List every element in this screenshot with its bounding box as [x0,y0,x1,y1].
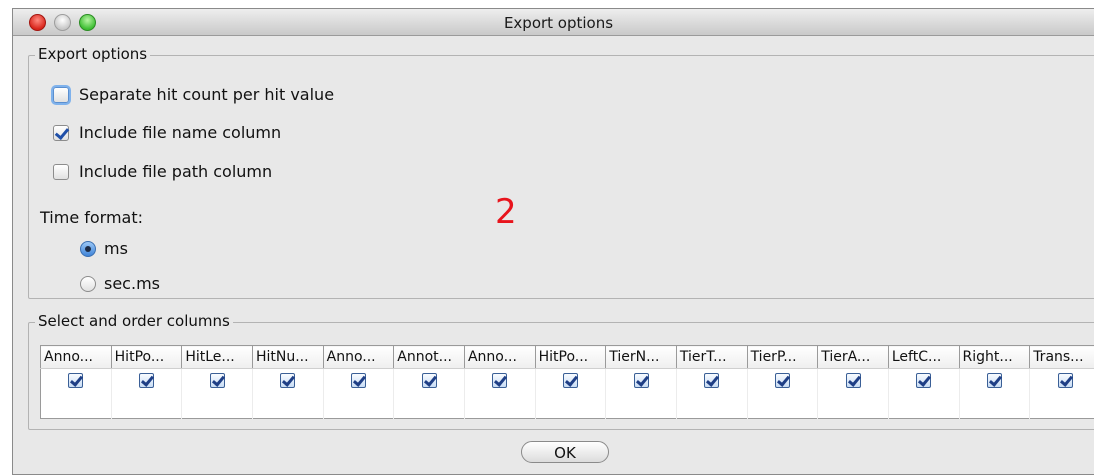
column-cell [393,368,465,419]
column-checkbox[interactable] [209,373,225,388]
column-cell [252,368,324,419]
column-cell [464,368,536,419]
separate-hit-count-option[interactable]: Separate hit count per hit value [53,85,334,104]
include-file-name-label: Include file name column [79,123,282,142]
separate-hit-count-label: Separate hit count per hit value [79,85,335,104]
column-checkbox[interactable] [633,373,649,388]
include-file-name-option[interactable]: Include file name column [53,123,281,142]
title-bar[interactable]: Export options [13,9,1094,36]
column-checkbox[interactable] [280,373,296,388]
column-cell [1029,368,1094,419]
column-checkbox[interactable] [350,373,366,388]
column-checkbox[interactable] [986,373,1002,388]
columns-checkbox-row [40,368,1094,419]
time-format-secms-radio[interactable] [80,275,96,292]
column-checkbox[interactable] [562,373,578,388]
time-format-secms-option[interactable]: sec.ms [80,274,160,293]
column-checkbox[interactable] [916,373,932,388]
column-header[interactable]: TierN... [605,345,677,369]
column-header[interactable]: Right... [959,345,1031,369]
column-cell [181,368,253,419]
column-cell [605,368,677,419]
export-options-dialog: Export options Export options Separate h… [12,8,1094,475]
include-file-path-checkbox[interactable] [53,163,69,180]
include-file-path-label: Include file path column [79,162,273,181]
annotation-number: 2 [495,192,517,232]
column-checkbox[interactable] [845,373,861,388]
export-options-group-label: Export options [35,45,151,63]
column-cell [111,368,183,419]
time-format-ms-radio[interactable] [80,240,96,257]
column-header[interactable]: Trans... [1029,345,1094,369]
column-header[interactable]: HitPo... [535,345,607,369]
column-header[interactable]: Anno... [40,345,112,369]
column-cell [40,368,112,419]
time-format-ms-option[interactable]: ms [80,239,128,258]
column-cell [676,368,748,419]
column-cell [959,368,1031,419]
include-file-name-checkbox[interactable] [53,124,69,141]
column-checkbox[interactable] [774,373,790,388]
column-header[interactable]: HitNu... [252,345,324,369]
columns-table: Anno... HitPo... HitLe... HitNu... Anno.… [40,345,1094,419]
column-header[interactable]: Anno... [323,345,395,369]
time-format-secms-label: sec.ms [104,274,160,293]
column-checkbox[interactable] [68,373,84,388]
separate-hit-count-checkbox[interactable] [53,86,69,103]
column-checkbox[interactable] [492,373,508,388]
column-checkbox[interactable] [421,373,437,388]
column-header[interactable]: Annot... [393,345,465,369]
column-header[interactable]: HitPo... [111,345,183,369]
column-cell [535,368,607,419]
include-file-path-option[interactable]: Include file path column [53,162,272,181]
column-checkbox[interactable] [1057,373,1073,388]
column-header[interactable]: TierT... [676,345,748,369]
columns-header-row: Anno... HitPo... HitLe... HitNu... Anno.… [40,345,1094,369]
column-cell [817,368,889,419]
time-format-label: Time format: [40,208,144,227]
column-header[interactable]: Anno... [464,345,536,369]
time-format-ms-label: ms [104,239,128,258]
column-header[interactable]: LeftC... [888,345,960,369]
column-header[interactable]: TierP... [747,345,819,369]
column-header[interactable]: HitLe... [181,345,253,369]
ok-button[interactable]: OK [521,441,609,463]
window-title: Export options [503,14,614,32]
column-checkbox[interactable] [138,373,154,388]
column-cell [888,368,960,419]
columns-group-label: Select and order columns [35,312,233,330]
column-cell [323,368,395,419]
column-header[interactable]: TierA... [817,345,889,369]
column-cell [747,368,819,419]
column-checkbox[interactable] [704,373,720,388]
